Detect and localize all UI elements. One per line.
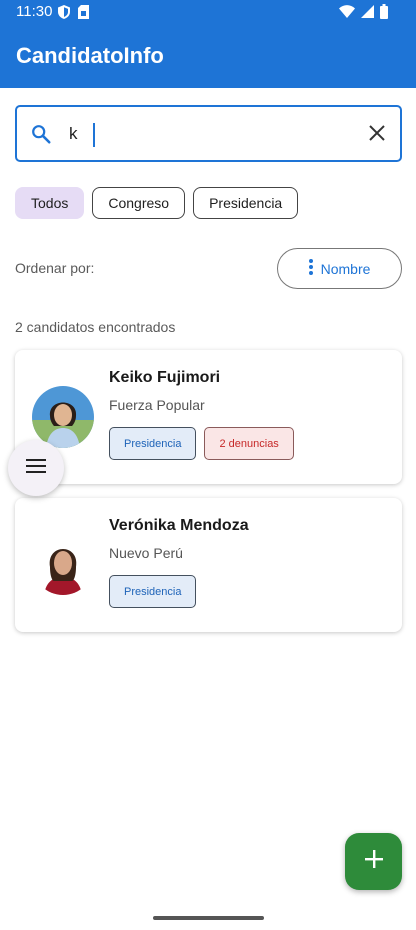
search-input[interactable] (69, 120, 359, 148)
filter-chips: Todos Congreso Presidencia (15, 187, 299, 219)
more-vert-icon (308, 259, 313, 278)
add-button[interactable] (345, 833, 402, 890)
candidate-tags: Presidencia 2 denuncias (109, 427, 294, 460)
status-bar: 11:30 (0, 0, 416, 24)
sort-label: Ordenar por: (15, 260, 95, 276)
add-icon (364, 850, 383, 873)
search-icon (30, 123, 52, 150)
signal-icon (361, 5, 374, 23)
office-tag: Presidencia (109, 427, 197, 460)
app-bar: CandidatoInfo (0, 24, 416, 88)
avatar (32, 533, 94, 595)
shield-icon (58, 5, 70, 24)
candidate-card[interactable]: Keiko Fujimori Fuerza Popular Presidenci… (15, 350, 402, 484)
result-count: 2 candidatos encontrados (15, 319, 176, 335)
candidate-name: Keiko Fujimori (109, 369, 221, 386)
sim-card-icon (78, 5, 89, 24)
filter-chip-todos[interactable]: Todos (15, 187, 85, 219)
filter-chip-congreso[interactable]: Congreso (92, 187, 186, 219)
filter-chip-presidencia[interactable]: Presidencia (193, 187, 299, 219)
menu-icon (26, 458, 46, 478)
battery-icon (380, 4, 388, 24)
sort-button-label: Nombre (320, 260, 371, 277)
text-cursor (93, 123, 95, 147)
search-box[interactable] (15, 105, 402, 162)
candidate-name: Verónika Mendoza (109, 517, 249, 534)
candidate-party: Nuevo Perú (109, 545, 183, 561)
avatar (32, 386, 94, 448)
candidate-tags: Presidencia (109, 575, 197, 608)
app-title: CandidatoInfo (16, 43, 164, 68)
candidate-card[interactable]: Verónika Mendoza Nuevo Perú Presidencia (15, 498, 402, 632)
close-icon[interactable] (368, 124, 386, 147)
status-time: 11:30 (16, 3, 53, 20)
gesture-nav-handle[interactable] (153, 916, 264, 920)
complaints-tag: 2 denuncias (204, 427, 294, 460)
office-tag: Presidencia (109, 575, 197, 608)
sort-button[interactable]: Nombre (277, 248, 402, 289)
wifi-icon (339, 5, 355, 23)
menu-button[interactable] (8, 440, 64, 496)
candidate-party: Fuerza Popular (109, 397, 205, 413)
